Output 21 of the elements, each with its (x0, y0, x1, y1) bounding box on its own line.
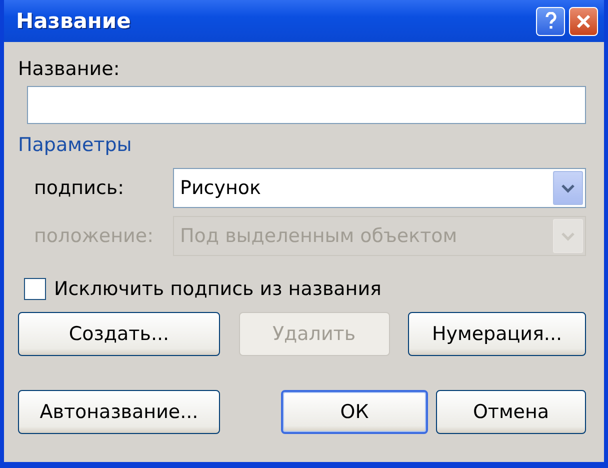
help-button[interactable] (536, 6, 565, 36)
chevron-down-icon (561, 184, 575, 192)
caption-label: Название: (18, 58, 121, 80)
dialog-button[interactable]: Создать... (18, 312, 220, 356)
close-icon (576, 14, 591, 28)
close-button[interactable] (569, 6, 598, 36)
window-title: Название (16, 9, 131, 33)
checkbox-label: Исключить подпись из названия (54, 278, 382, 300)
checkbox[interactable] (24, 278, 46, 300)
dropdown[interactable]: Рисунок (173, 168, 586, 208)
field-label: подпись: (33, 177, 125, 199)
question-icon (544, 12, 556, 30)
field-label: положение: (33, 225, 154, 247)
caption-field[interactable] (27, 86, 586, 124)
dropdown-button[interactable] (553, 171, 583, 205)
dialog-button[interactable]: Автоназвание... (18, 390, 220, 434)
dialog-button[interactable]: Нумерация... (408, 312, 586, 356)
dialog-button[interactable]: ОК (281, 390, 428, 434)
group-title: Параметры (18, 134, 133, 156)
chevron-down-icon (561, 232, 575, 240)
dialog-button[interactable]: Отмена (436, 390, 586, 434)
